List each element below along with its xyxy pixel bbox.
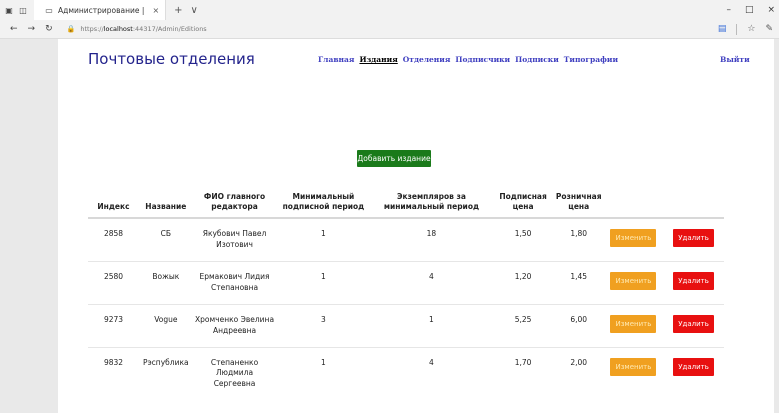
header-editor: ФИО главного редактора	[192, 189, 277, 220]
url-host: localhost	[103, 25, 133, 33]
reading-view-icon[interactable]: ▤	[718, 24, 727, 34]
nav-link-offices[interactable]: Отделения	[403, 55, 451, 64]
cell-edit: Изменить	[603, 303, 664, 347]
cell-sub-price: 1,50	[492, 217, 554, 262]
pen-icon[interactable]: ✎	[765, 24, 773, 34]
header-index: Индекс	[88, 189, 139, 220]
address-bar-tools: ▤ ☆ ✎	[718, 20, 773, 38]
url-field[interactable]: 🔒 https:// localhost :44317/Admin/Editio…	[67, 25, 207, 33]
url-path: :44317/Admin/Editions	[132, 25, 207, 33]
edit-button[interactable]: Изменить	[610, 357, 657, 376]
back-icon[interactable]: ←	[10, 24, 18, 34]
edit-button[interactable]: Изменить	[610, 272, 657, 291]
table-header-row: Индекс Название ФИО главного редактора М…	[88, 189, 724, 220]
address-bar: ← → ↻ 🔒 https:// localhost :44317/Admin/…	[0, 20, 779, 39]
cell-min-period: 1	[276, 217, 371, 262]
cell-edit: Изменить	[603, 261, 664, 305]
header-name: Название	[138, 189, 193, 220]
browser-tab[interactable]: ▭ Администрирование | ×	[34, 0, 167, 20]
favorites-star-icon[interactable]: ☆	[747, 24, 755, 34]
cell-sub-price: 1,20	[492, 261, 554, 305]
cell-editor: Степаненко Людмила Сергеевна	[192, 346, 277, 401]
delete-button[interactable]: Удалить	[673, 314, 714, 333]
cell-editor: Якубович Павел Изотович	[192, 217, 277, 262]
minimize-icon[interactable]: –	[726, 5, 731, 15]
cell-name: СБ	[138, 217, 193, 262]
browser-titlebar: ▣ ◫ ▭ Администрирование | × + ∨ – □ ×	[0, 0, 779, 20]
cell-edit: Изменить	[603, 346, 664, 401]
cell-name: Vogue	[138, 303, 193, 347]
refresh-icon[interactable]: ↻	[45, 24, 53, 34]
delete-button[interactable]: Удалить	[673, 357, 714, 376]
close-window-icon[interactable]: ×	[767, 5, 775, 15]
delete-button[interactable]: Удалить	[673, 272, 714, 291]
header-sub-price: Подписная цена	[492, 189, 554, 220]
cell-copies: 1	[370, 303, 493, 347]
cell-copies: 4	[370, 261, 493, 305]
table-row: 2858 СБ Якубович Павел Изотович 1 18 1,5…	[88, 217, 724, 262]
tab-list-icon[interactable]: ∨	[191, 5, 198, 16]
cell-retail-price: 2,00	[553, 346, 604, 401]
cell-name: Рэспублика	[138, 346, 193, 401]
cell-edit: Изменить	[603, 217, 664, 262]
tab-actions-icon[interactable]: ▣	[4, 5, 14, 15]
lock-icon: 🔒	[66, 25, 76, 33]
logout-link[interactable]: Выйти	[720, 55, 750, 64]
header-retail-price: Розничная цена	[553, 189, 604, 220]
editions-table: Индекс Название ФИО главного редактора М…	[88, 189, 724, 401]
table-row: 9273 Vogue Хромченко Эвелина Андреевна 3…	[88, 303, 724, 347]
cell-retail-price: 6,00	[553, 303, 604, 347]
nav-links: Главная Издания Отделения Подписчики Под…	[318, 55, 618, 64]
cell-sub-price: 1,70	[492, 346, 554, 401]
cell-min-period: 3	[276, 303, 371, 347]
nav-link-subscribers[interactable]: Подписчики	[455, 55, 510, 64]
nav-link-editions[interactable]: Издания	[359, 55, 397, 64]
cell-sub-price: 5,25	[492, 303, 554, 347]
cell-index: 9832	[88, 346, 139, 401]
page-viewport: Почтовые отделения Главная Издания Отдел…	[58, 39, 774, 413]
edit-button[interactable]: Изменить	[610, 229, 657, 248]
cell-copies: 18	[370, 217, 493, 262]
edit-button[interactable]: Изменить	[610, 314, 657, 333]
header-delete-col	[663, 189, 724, 220]
url-prefix: https://	[80, 25, 104, 33]
cell-delete: Удалить	[663, 303, 724, 347]
cell-min-period: 1	[276, 346, 371, 401]
window-controls: – □ ×	[726, 0, 775, 20]
cell-index: 9273	[88, 303, 139, 347]
header-copies: Экземпляров за минимальный период	[370, 189, 493, 220]
page-icon: ▭	[45, 5, 53, 15]
cell-name: Вожык	[138, 261, 193, 305]
cell-retail-price: 1,80	[553, 217, 604, 262]
cell-delete: Удалить	[663, 217, 724, 262]
nav-link-printing-houses[interactable]: Типографии	[564, 55, 618, 64]
site-brand[interactable]: Почтовые отделения	[88, 50, 255, 68]
new-tab-icon[interactable]: +	[174, 5, 182, 16]
maximize-icon[interactable]: □	[745, 5, 754, 15]
cell-min-period: 1	[276, 261, 371, 305]
cell-index: 2858	[88, 217, 139, 262]
delete-button[interactable]: Удалить	[673, 229, 714, 248]
cell-retail-price: 1,45	[553, 261, 604, 305]
nav-link-home[interactable]: Главная	[318, 55, 354, 64]
cell-editor: Хромченко Эвелина Андреевна	[192, 303, 277, 347]
add-edition-button[interactable]: Добавить издание	[357, 150, 431, 167]
forward-icon[interactable]: →	[28, 24, 36, 34]
table-row: 9832 Рэспублика Степаненко Людмила Серге…	[88, 346, 724, 401]
nav-link-subscriptions[interactable]: Подписки	[515, 55, 559, 64]
cell-delete: Удалить	[663, 346, 724, 401]
toolbar-divider	[736, 23, 738, 35]
cell-index: 2580	[88, 261, 139, 305]
tab-aside-icon[interactable]: ◫	[18, 5, 28, 15]
site-navbar: Почтовые отделения Главная Издания Отдел…	[58, 39, 774, 79]
cell-editor: Ермакович Лидия Степановна	[192, 261, 277, 305]
tab-title: Администрирование |	[58, 5, 145, 15]
header-min-period: Минимальный подписной период	[276, 189, 371, 220]
cell-delete: Удалить	[663, 261, 724, 305]
table-row: 2580 Вожык Ермакович Лидия Степановна 1 …	[88, 261, 724, 305]
cell-copies: 4	[370, 346, 493, 401]
tab-close-icon[interactable]: ×	[152, 6, 159, 15]
header-edit-col	[603, 189, 664, 220]
